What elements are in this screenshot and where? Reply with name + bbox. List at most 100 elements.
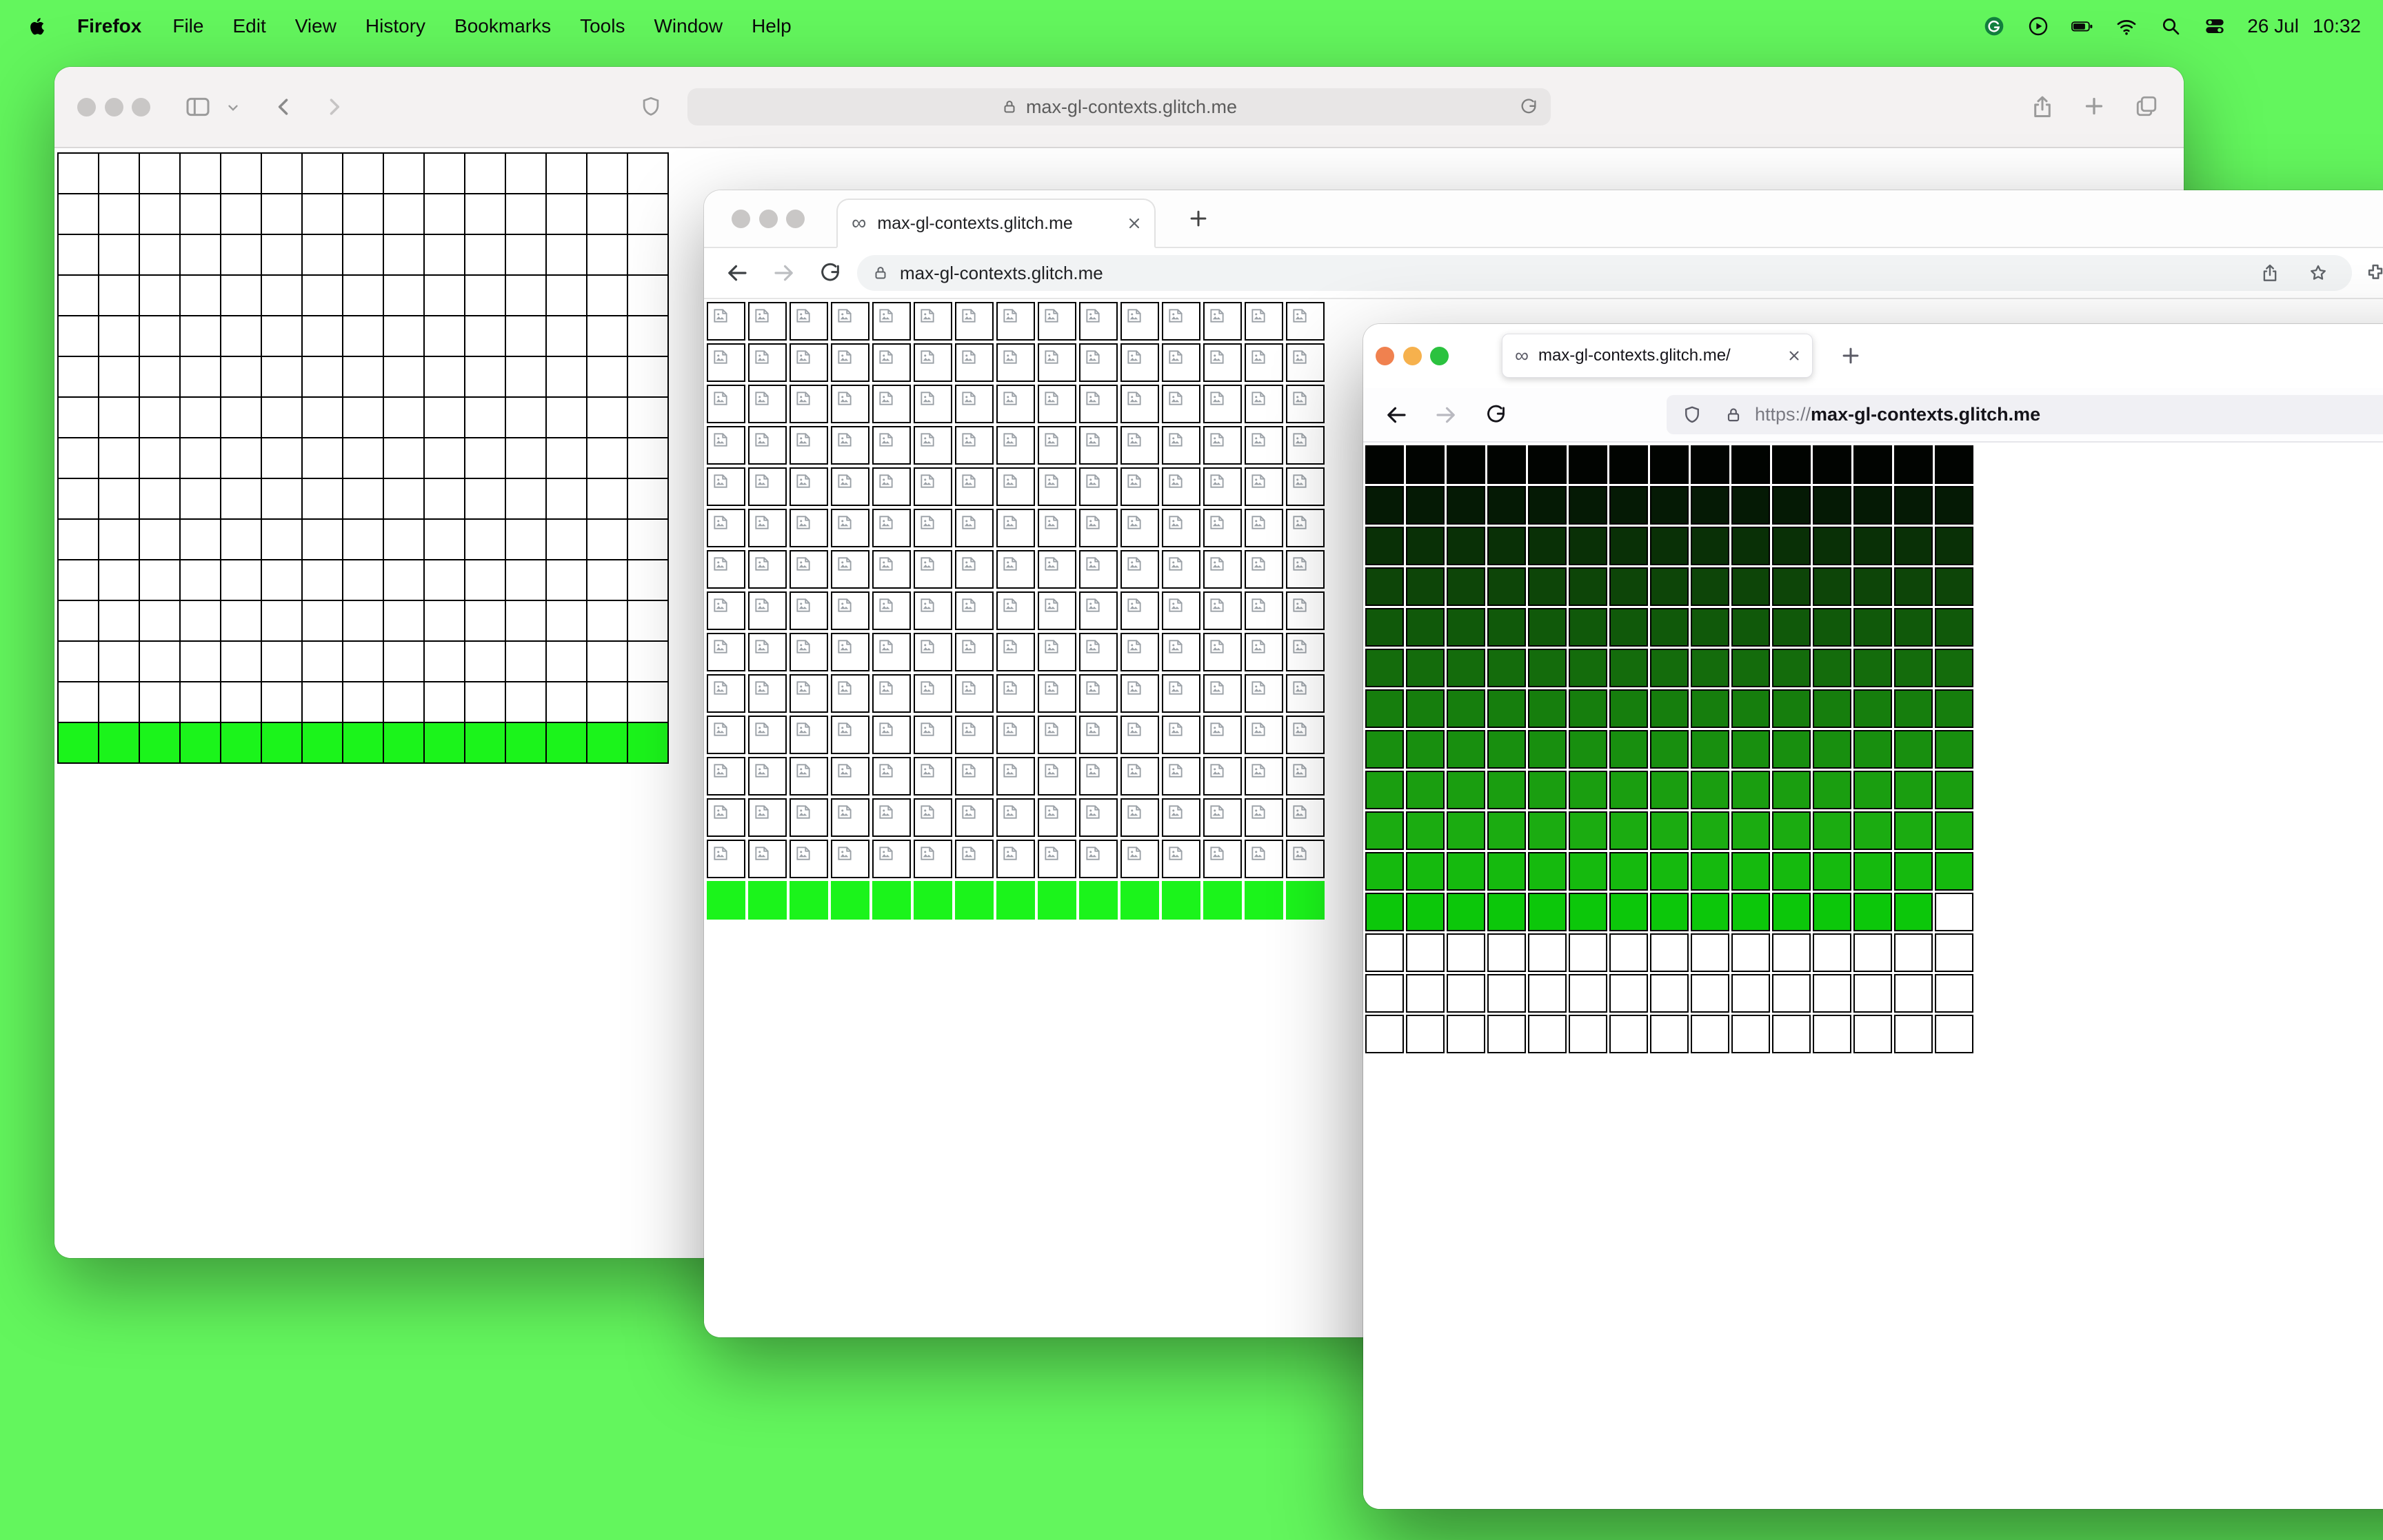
menu-item-view[interactable]: View xyxy=(281,15,351,37)
minimize-button[interactable] xyxy=(759,210,778,228)
lock-icon[interactable] xyxy=(1725,406,1742,424)
tracking-shield-icon[interactable] xyxy=(1682,405,1702,425)
back-icon[interactable] xyxy=(725,261,750,285)
chrome-active-tab[interactable]: ∞ max-gl-contexts.glitch.me xyxy=(836,199,1156,248)
grid-cell xyxy=(1203,302,1242,341)
broken-image-icon xyxy=(1293,598,1307,612)
grid-cell xyxy=(1286,716,1325,754)
play-icon[interactable] xyxy=(2027,14,2050,38)
minimize-button[interactable] xyxy=(105,98,123,116)
grid-cell xyxy=(1120,840,1159,878)
reload-icon[interactable] xyxy=(1485,403,1507,426)
firefox-address-bar[interactable]: https://max-gl-contexts.glitch.me xyxy=(1667,395,2383,434)
chrome-address-bar[interactable]: max-gl-contexts.glitch.me xyxy=(857,255,2352,291)
zoom-button[interactable] xyxy=(786,210,805,228)
broken-image-icon xyxy=(1045,516,1058,529)
share-icon[interactable] xyxy=(2029,94,2055,120)
grid-cell xyxy=(1772,730,1811,769)
broken-image-icon xyxy=(879,309,893,323)
grid-cell xyxy=(181,642,220,681)
menu-item-tools[interactable]: Tools xyxy=(565,15,639,37)
grid-cell xyxy=(1691,893,1729,931)
sidebar-icon[interactable] xyxy=(184,93,212,121)
grid-cell xyxy=(748,633,787,671)
back-icon[interactable] xyxy=(1384,403,1409,427)
menu-item-bookmarks[interactable]: Bookmarks xyxy=(440,15,565,37)
grid-cell xyxy=(1569,933,1607,972)
menu-item-edit[interactable]: Edit xyxy=(218,15,280,37)
close-button[interactable] xyxy=(1376,347,1394,365)
new-tab-icon[interactable] xyxy=(1187,207,1210,230)
extensions-icon[interactable] xyxy=(2364,261,2383,283)
grid-cell xyxy=(1038,509,1076,547)
reload-icon[interactable] xyxy=(818,261,842,285)
menu-item-history[interactable]: History xyxy=(351,15,440,37)
back-icon[interactable] xyxy=(272,95,296,119)
grid-cell xyxy=(1120,633,1159,671)
broken-image-icon xyxy=(714,309,727,323)
grid-cell xyxy=(1691,567,1729,606)
battery-icon[interactable] xyxy=(2071,14,2094,38)
grid-cell xyxy=(748,674,787,713)
forward-icon[interactable] xyxy=(772,261,796,285)
grid-cell xyxy=(384,682,423,722)
reload-icon[interactable] xyxy=(1519,97,1538,116)
control-center-icon[interactable] xyxy=(2203,14,2226,38)
grid-cell xyxy=(1286,426,1325,465)
close-tab-icon[interactable] xyxy=(1786,347,1802,364)
grid-cell xyxy=(587,723,627,762)
zoom-button[interactable] xyxy=(132,98,150,116)
grid-cell xyxy=(628,438,667,478)
grid-cell xyxy=(1813,445,1851,484)
grid-cell xyxy=(1245,343,1283,382)
close-tab-icon[interactable] xyxy=(1125,214,1143,232)
grid-cell xyxy=(914,881,952,920)
grid-cell xyxy=(262,235,301,274)
menu-item-help[interactable]: Help xyxy=(737,15,806,37)
grid-cell xyxy=(1162,302,1200,341)
grid-cell xyxy=(1203,385,1242,423)
search-icon[interactable] xyxy=(2159,14,2182,38)
grid-cell xyxy=(425,723,464,762)
firefox-active-tab[interactable]: ∞ max-gl-contexts.glitch.me/ xyxy=(1502,334,1813,378)
share-icon[interactable] xyxy=(2260,263,2280,283)
grid-cell xyxy=(1569,445,1607,484)
menu-bar-clock[interactable]: 26 Jul 10:32 xyxy=(2247,15,2361,37)
close-button[interactable] xyxy=(77,98,96,116)
grid-cell xyxy=(1650,527,1689,565)
grammarly-icon[interactable] xyxy=(1982,14,2006,38)
forward-icon[interactable] xyxy=(322,95,345,119)
broken-image-icon xyxy=(1210,805,1224,819)
broken-image-icon xyxy=(1127,598,1141,612)
broken-image-icon xyxy=(1003,516,1017,529)
safari-address-bar[interactable]: max-gl-contexts.glitch.me xyxy=(687,88,1551,125)
active-app-name[interactable]: Firefox xyxy=(61,15,158,37)
broken-image-icon xyxy=(1086,847,1100,860)
close-button[interactable] xyxy=(732,210,750,228)
new-tab-icon[interactable] xyxy=(1839,344,1862,367)
broken-image-icon xyxy=(1210,847,1224,860)
menu-item-window[interactable]: Window xyxy=(639,15,737,37)
menu-item-file[interactable]: File xyxy=(158,15,218,37)
grid-cell xyxy=(1365,852,1404,891)
zoom-button[interactable] xyxy=(1430,347,1449,365)
minimize-button[interactable] xyxy=(1403,347,1422,365)
privacy-shield-icon[interactable] xyxy=(639,95,663,119)
grid-cell xyxy=(1813,974,1851,1013)
grid-cell xyxy=(1569,527,1607,565)
apple-icon[interactable] xyxy=(28,12,51,40)
tabs-overview-icon[interactable] xyxy=(2134,94,2159,119)
grid-cell xyxy=(1162,757,1200,796)
new-tab-icon[interactable] xyxy=(2082,94,2107,119)
grid-cell xyxy=(1406,608,1445,647)
bookmark-star-icon[interactable] xyxy=(2308,263,2329,283)
grid-cell xyxy=(1286,343,1325,382)
grid-cell xyxy=(221,276,261,315)
grid-cell xyxy=(99,235,139,274)
grid-cell xyxy=(1406,933,1445,972)
wifi-icon[interactable] xyxy=(2115,14,2138,38)
grid-cell xyxy=(1162,343,1200,382)
chevron-down-icon[interactable] xyxy=(225,100,241,115)
forward-icon[interactable] xyxy=(1434,403,1458,427)
grid-cell xyxy=(1079,716,1118,754)
